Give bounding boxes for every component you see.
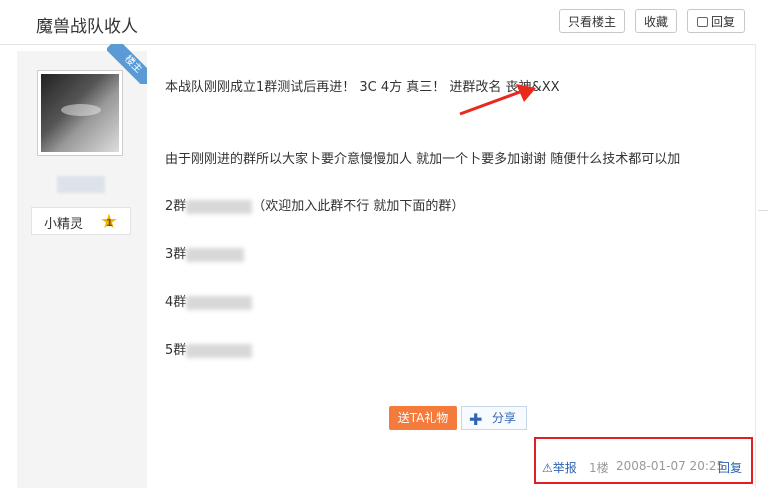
group-5-label: 5群 [165, 343, 187, 358]
group-5-number-blurred [186, 343, 253, 358]
avatar[interactable] [37, 70, 123, 156]
post-footer-highlight: ⚠举报 1楼 2008-01-07 20:25 回复 [534, 437, 753, 484]
divider [755, 44, 756, 488]
share-button[interactable]: ✚ 分享 [461, 406, 527, 430]
reply-button-label: 回复 [710, 15, 735, 29]
group-4-label: 4群 [165, 295, 187, 310]
level-star-icon: ★ 1 [100, 209, 118, 233]
group-2-note: （欢迎加入此群不行 就加下面的群） [252, 199, 465, 214]
share-icon: ✚ [469, 410, 483, 429]
thread-header: 魔兽战队收人 只看楼主 收藏 回复 [0, 0, 756, 45]
post-time: 2008-01-07 20:25 [616, 459, 725, 473]
post-reply-link[interactable]: 回复 [718, 459, 742, 476]
share-label: 分享 [492, 411, 517, 425]
post-group-3: 3群 [165, 243, 245, 262]
group-2-number-blurred [186, 199, 253, 214]
post-line-2: 由于刚刚进的群所以大家卜要介意慢慢加人 就加一个卜要多加谢谢 随便什么技术都可以… [165, 152, 681, 167]
group-4-number-blurred [186, 295, 253, 310]
report-label: 举报 [552, 461, 577, 475]
level-name: 小精灵 [44, 217, 84, 232]
user-level[interactable]: 小精灵 ★ 1 [31, 207, 131, 235]
username-blurred[interactable] [57, 176, 105, 193]
group-2-label: 2群 [165, 199, 187, 214]
send-gift-button[interactable]: 送TA礼物 [389, 406, 457, 430]
group-3-label: 3群 [165, 247, 187, 262]
divider-mark [758, 210, 768, 211]
avatar-image [41, 74, 119, 152]
report-link[interactable]: ⚠举报 [542, 459, 577, 476]
favorite-button[interactable]: 收藏 [635, 9, 677, 33]
group-3-number-blurred [186, 247, 245, 262]
post-group-4: 4群 [165, 291, 253, 310]
floor-number: 1楼 [589, 461, 609, 475]
comment-icon [696, 17, 708, 27]
post-group-5: 5群 [165, 339, 253, 358]
red-arrow-annotation [459, 84, 536, 116]
post-group-2: 2群 （欢迎加入此群不行 就加下面的群） [165, 195, 464, 214]
warning-icon: ⚠ [542, 461, 553, 475]
thread-title: 魔兽战队收人 [36, 17, 138, 37]
reply-button[interactable]: 回复 [687, 9, 745, 33]
level-number: 1 [106, 218, 113, 229]
only-author-button[interactable]: 只看楼主 [559, 9, 625, 33]
